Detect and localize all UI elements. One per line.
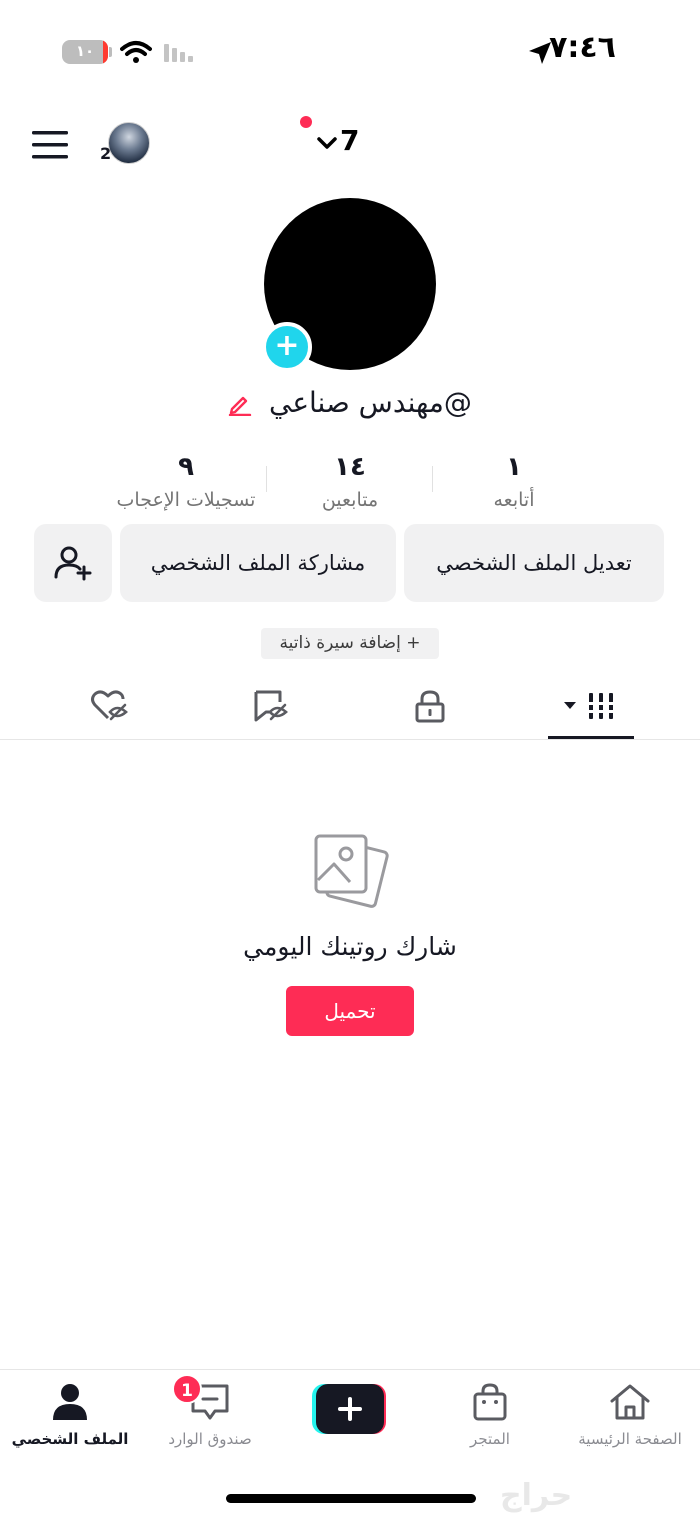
account-switcher-avatar[interactable] (108, 122, 150, 164)
empty-state-title: شارك روتينك اليومي (243, 932, 457, 961)
stats-divider (432, 466, 433, 492)
cellular-signal-icon (164, 44, 193, 62)
nav-shop[interactable]: المتجر (420, 1380, 560, 1452)
stats-divider (266, 466, 267, 492)
chevron-down-icon[interactable] (316, 134, 338, 152)
nav-shop-label: المتجر (470, 1430, 510, 1448)
hidden-heart-icon (91, 690, 128, 721)
tab-private[interactable] (408, 686, 452, 726)
share-profile-button[interactable]: مشاركة الملف الشخصي (120, 524, 396, 602)
add-friend-button[interactable] (34, 524, 112, 602)
battery-level: ١٠ (75, 42, 95, 60)
battery-indicator: ١٠ (62, 40, 108, 64)
menu-icon[interactable] (32, 130, 68, 160)
edit-profile-label: تعديل الملف الشخصي (436, 551, 632, 575)
edit-pencil-icon[interactable] (228, 392, 252, 416)
nav-profile-label: الملف الشخصي (11, 1430, 129, 1448)
likes-count[interactable]: ٩ (106, 452, 266, 482)
following-label[interactable]: أتابعه (434, 489, 594, 511)
nav-home-label: الصفحة الرئيسية (578, 1430, 682, 1448)
inbox-badge: 1 (172, 1374, 202, 1404)
followers-count[interactable]: ١٤ (270, 452, 430, 482)
nav-profile[interactable]: الملف الشخصي (0, 1380, 140, 1452)
edit-profile-button[interactable]: تعديل الملف الشخصي (404, 524, 664, 602)
home-indicator[interactable] (226, 1494, 476, 1503)
tab-liked[interactable] (88, 686, 132, 726)
profile-name: @مهندس صناعي (268, 386, 472, 419)
upload-button[interactable]: تحميل (286, 986, 414, 1036)
likes-label[interactable]: تسجيلات الإعجاب (106, 489, 266, 511)
shopping-bag-icon (473, 1383, 507, 1421)
header-username[interactable]: 7 (340, 124, 359, 157)
nav-home[interactable]: الصفحة الرئيسية (560, 1380, 700, 1452)
nav-inbox[interactable]: صندوق الوارد (140, 1380, 280, 1452)
watermark-logo: حراج (500, 1478, 573, 1513)
videos-grid-icon (564, 693, 616, 719)
create-button[interactable] (312, 1384, 388, 1434)
profile-name-row[interactable]: @مهندس صناعي (0, 386, 700, 419)
tab-reposts[interactable] (248, 686, 292, 726)
tab-videos[interactable] (560, 686, 624, 726)
followers-label[interactable]: متابعين (270, 489, 430, 511)
add-person-icon (54, 546, 92, 581)
status-time: ٧:٤٦ (549, 30, 616, 65)
hidden-tagged-icon (254, 690, 288, 722)
add-bio-button[interactable]: + إضافة سيرة ذاتية (261, 628, 439, 659)
photos-icon (314, 834, 389, 908)
profile-icon (53, 1384, 87, 1420)
add-avatar-button[interactable]: + (262, 322, 312, 372)
tabs-divider (0, 739, 700, 740)
share-profile-label: مشاركة الملف الشخصي (150, 551, 366, 575)
account-count-badge: 2 (100, 144, 112, 163)
lock-icon (415, 690, 445, 723)
home-icon (610, 1384, 650, 1420)
battery-tip (109, 47, 112, 57)
nav-inbox-label: صندوق الوارد (168, 1430, 252, 1448)
following-count[interactable]: ١ (434, 452, 594, 482)
wifi-icon (120, 41, 152, 63)
notification-dot (300, 116, 312, 128)
bottom-nav-divider (0, 1369, 700, 1370)
